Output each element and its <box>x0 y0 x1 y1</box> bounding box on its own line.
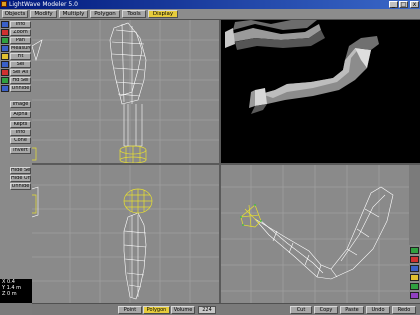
light-icon[interactable] <box>410 274 419 281</box>
arm-wireframe-front <box>32 22 147 147</box>
camera-icon[interactable] <box>410 283 419 290</box>
selected-wrist-front <box>32 145 147 163</box>
viewport-side[interactable] <box>32 165 219 303</box>
polygon-mode-button[interactable]: Polygon <box>143 306 170 314</box>
alpha-button[interactable]: Alpha <box>10 111 31 118</box>
coord-z: Z 0 m <box>2 291 17 297</box>
render-icon[interactable] <box>410 256 419 263</box>
viewport-divider-horizontal[interactable] <box>32 163 420 165</box>
title-bar: LightWave Modeler 5.0 _ □ x <box>0 0 420 9</box>
surface-icon[interactable] <box>410 265 419 272</box>
maximize-button[interactable]: □ <box>399 1 408 8</box>
hide-sel-icon <box>1 77 9 84</box>
unhide2-button[interactable]: Unhide <box>10 183 31 190</box>
point-mode-button[interactable]: Point <box>118 306 142 314</box>
selection-count: 224 <box>198 306 216 314</box>
tab-multiply[interactable]: Multiply <box>59 10 88 18</box>
close-button[interactable]: x <box>410 1 419 8</box>
fit-icon <box>1 53 9 60</box>
cone-button[interactable]: Cone <box>10 137 31 144</box>
arm-shaded-bottom <box>249 36 379 114</box>
cut-button[interactable]: Cut <box>290 306 312 314</box>
bottom-bar: Point Polygon Volume 224 Cut Copy Paste … <box>32 303 420 315</box>
kepts-button[interactable]: Kepts <box>10 121 31 128</box>
image-button[interactable]: Image <box>10 101 31 108</box>
select-all-icon <box>1 69 9 76</box>
copy-button[interactable]: Copy <box>314 306 338 314</box>
undo-button[interactable]: Undo <box>366 306 390 314</box>
zoom-button[interactable]: Zoom <box>10 29 31 36</box>
info2-button[interactable]: Info <box>10 129 31 136</box>
selected-wrist-top <box>240 204 262 228</box>
arm-shaded-top <box>225 20 325 50</box>
paste-button[interactable]: Paste <box>340 306 364 314</box>
viewport-front[interactable] <box>32 20 219 163</box>
minimize-button[interactable]: _ <box>389 1 398 8</box>
invert-button[interactable]: Invert <box>10 147 31 154</box>
coordinate-readout: X 0.4 Y 1.4 m Z 0 m <box>0 279 32 303</box>
hide-unsel-button[interactable]: Hide Unsel <box>10 175 31 182</box>
right-toolbar <box>409 245 420 303</box>
sel-button[interactable]: Sel <box>10 61 31 68</box>
measure-icon <box>1 45 9 52</box>
tab-display[interactable]: Display <box>148 10 178 18</box>
sel-all-button[interactable]: Sel All <box>10 69 31 76</box>
fit-button[interactable]: Fit <box>10 53 31 60</box>
volume-mode-button[interactable]: Volume <box>171 306 195 314</box>
help-icon[interactable] <box>410 292 419 299</box>
zoom-icon <box>1 29 9 36</box>
arm-wireframe-side <box>32 186 147 300</box>
tab-polygon[interactable]: Polygon <box>90 10 120 18</box>
hide-sel-button[interactable]: Hide Sel <box>10 167 31 174</box>
unhide-button[interactable]: Unhide <box>10 85 31 92</box>
tab-modify[interactable]: Modify <box>30 10 57 18</box>
modeler-icon <box>1 21 9 28</box>
hd-sel-button[interactable]: Hd Sel <box>10 77 31 84</box>
pan-icon <box>1 37 9 44</box>
viewport-perspective[interactable] <box>221 20 420 163</box>
selected-wrist-side <box>32 188 153 214</box>
pan-button[interactable]: Pan <box>10 37 31 44</box>
unhide-icon <box>1 85 9 92</box>
redo-button[interactable]: Redo <box>392 306 416 314</box>
measure-button[interactable]: Measure <box>10 45 31 52</box>
app-icon <box>1 1 7 7</box>
viewport-divider-vertical[interactable] <box>219 20 221 303</box>
tab-tools[interactable]: Tools <box>122 10 146 18</box>
viewport-top[interactable] <box>221 165 409 303</box>
layer-icon[interactable] <box>410 247 419 254</box>
left-toolbar: Info Zoom Pan Measure Fit Sel Sel All Hd… <box>0 20 32 303</box>
select-icon <box>1 61 9 68</box>
info-button[interactable]: Info <box>10 21 31 28</box>
tab-objects[interactable]: Objects <box>2 10 28 18</box>
tab-bar: Objects Modify Multiply Polygon Tools Di… <box>0 9 420 20</box>
window-title: LightWave Modeler 5.0 <box>9 1 78 8</box>
